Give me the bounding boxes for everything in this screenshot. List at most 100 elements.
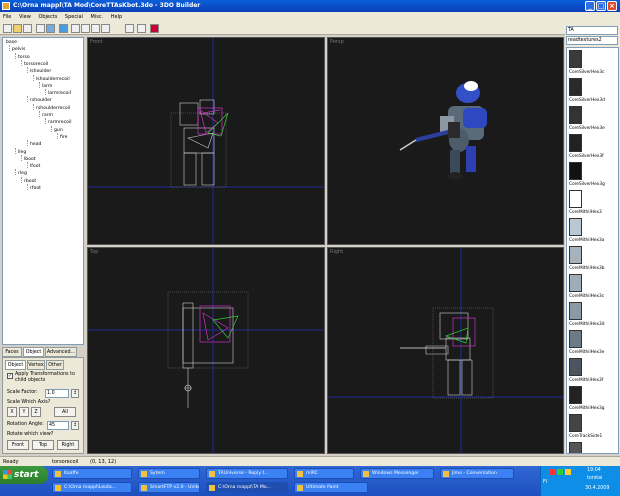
subtab-object[interactable]: Object: [5, 360, 26, 370]
apply-transform-checkbox[interactable]: ✓: [7, 373, 13, 379]
tree-node[interactable]: pelvis: [12, 47, 25, 53]
texture-item[interactable]: CoreSilverHex3g: [569, 162, 618, 190]
menu-file[interactable]: File: [0, 12, 14, 22]
tree-connector: [15, 147, 16, 154]
scale-factor-input[interactable]: 1.0: [45, 389, 69, 398]
import-icon[interactable]: [36, 24, 45, 33]
save-icon[interactable]: [23, 24, 32, 33]
tree-node[interactable]: lboot: [24, 157, 36, 163]
rotate-right-button[interactable]: Right: [57, 440, 79, 450]
tray-icon-2[interactable]: [557, 469, 563, 475]
tab-advanced[interactable]: Advanced...: [45, 347, 77, 357]
zoom-out-icon[interactable]: [81, 24, 90, 33]
taskbar-task[interactable]: Sytem: [138, 468, 200, 479]
menu-objects[interactable]: Objects: [35, 12, 60, 22]
language-indicator[interactable]: FI: [543, 480, 547, 485]
texture-item[interactable]: CoreMithilHex3f: [569, 358, 618, 386]
texture-item[interactable]: CoreTrackSide1: [569, 414, 618, 442]
tree-node[interactable]: larmrecoil: [48, 91, 71, 97]
menu-special[interactable]: Special: [62, 12, 86, 22]
clock-time[interactable]: 19:04: [587, 468, 601, 473]
texture-name: CoreSilverHex3c: [569, 70, 605, 75]
texture-item[interactable]: CoreSilverHex3c: [569, 50, 618, 78]
tree-node[interactable]: head: [30, 142, 41, 148]
texture-folder-combo[interactable]: readtextures2: [566, 36, 618, 45]
texture-list[interactable]: CoreSilverHex3c CoreSilverHex3d CoreSilver…: [566, 47, 619, 454]
taskbar-task[interactable]: C:\Orna mappl\TA Mo...: [206, 482, 288, 493]
tree-node[interactable]: lshoulderrecoil: [36, 77, 70, 83]
rotate-front-button[interactable]: Front: [7, 440, 29, 450]
open-folder-icon[interactable]: [13, 24, 22, 33]
tree-node[interactable]: rshoulderrecoil: [36, 106, 70, 112]
texture-item[interactable]: CoreMithilHex3a: [569, 218, 618, 246]
tray-icon-1[interactable]: [549, 469, 555, 475]
zoom-in-icon[interactable]: [71, 24, 80, 33]
taskbar-task[interactable]: SmartFTP v2.0 - Uniko...: [138, 482, 200, 493]
subtab-vertex[interactable]: Vertex: [27, 360, 45, 370]
move-icon[interactable]: [137, 24, 146, 33]
taskbar-task[interactable]: TAUniverse - Reply t...: [206, 468, 288, 479]
tree-node[interactable]: fire: [60, 135, 68, 141]
scale-factor-spin[interactable]: ↕: [71, 389, 79, 398]
texture-item[interactable]: CoreTrackSide1b: [569, 442, 618, 453]
texture-name: CoreMithilHex3b: [569, 266, 605, 271]
texture-item[interactable]: CoreSilverHex3e: [569, 106, 618, 134]
texture-set-combo[interactable]: TA: [566, 26, 618, 35]
texture-item[interactable]: CoreMithilHex3c: [569, 274, 618, 302]
tree-node[interactable]: larm: [42, 84, 52, 90]
close-button[interactable]: ×: [607, 1, 617, 11]
tree-node[interactable]: rfoot: [30, 186, 41, 192]
zoom-all-icon[interactable]: [101, 24, 110, 33]
subtab-other[interactable]: Other: [46, 360, 64, 370]
maximize-button[interactable]: □: [596, 1, 606, 11]
taskbar-task[interactable]: Ultimate Paint: [294, 482, 368, 493]
tray-icon-3[interactable]: [565, 469, 571, 475]
start-button[interactable]: start: [0, 466, 48, 484]
taskbar-task[interactable]: C:\Orna mappl\Leuta...: [52, 482, 132, 493]
double-arrow-icon[interactable]: [59, 24, 68, 33]
tree-node[interactable]: torso: [18, 55, 30, 61]
texture-item[interactable]: CoreSilverHex3d: [569, 78, 618, 106]
taskbar-task[interactable]: Jimo - Conversation: [440, 468, 514, 479]
tree-node[interactable]: lleg: [18, 150, 26, 156]
viewport-front[interactable]: Front: [87, 37, 325, 245]
object-tree[interactable]: base pelvis torso torsorecoil lshoulder lshou…: [2, 37, 84, 345]
texture-item[interactable]: CoreMithilHex3e: [569, 330, 618, 358]
viewport-perspective[interactable]: Persp: [327, 37, 564, 245]
rotate-top-button[interactable]: Top: [32, 440, 54, 450]
tree-node[interactable]: rboot: [24, 179, 36, 185]
texture-paint-icon[interactable]: [150, 24, 159, 33]
texture-item[interactable]: CoreMithilHex3: [569, 190, 618, 218]
arrow-icon[interactable]: [46, 24, 55, 33]
tab-object[interactable]: Object: [23, 347, 44, 357]
menu-view[interactable]: View: [16, 12, 34, 22]
tree-node[interactable]: gun: [54, 128, 63, 134]
axis-all-button[interactable]: All: [54, 407, 76, 417]
tree-node[interactable]: lfoot: [30, 164, 40, 170]
rotation-angle-input[interactable]: 45: [47, 421, 69, 430]
zoom-fit-icon[interactable]: [91, 24, 100, 33]
texture-item[interactable]: CoreMithilHex3b: [569, 246, 618, 274]
viewport-top[interactable]: Top: [87, 247, 325, 454]
taskbar-task[interactable]: Kaaffe: [52, 468, 132, 479]
taskbar-task[interactable]: Windows Messenger: [360, 468, 434, 479]
texture-item[interactable]: CoreMithilHex3g: [569, 386, 618, 414]
tree-node[interactable]: base: [6, 40, 17, 46]
select-pointer-icon[interactable]: [125, 24, 134, 33]
rotation-angle-spin[interactable]: ↕: [71, 421, 79, 430]
viewport-right[interactable]: Right: [327, 247, 564, 454]
tree-node[interactable]: rleg: [18, 171, 27, 177]
tab-faces[interactable]: Faces: [2, 347, 22, 357]
axis-x-button[interactable]: X: [7, 407, 17, 417]
menu-help[interactable]: Help: [108, 12, 125, 22]
axis-y-button[interactable]: Y: [19, 407, 29, 417]
minimize-button[interactable]: _: [585, 1, 595, 11]
taskbar-task[interactable]: mIRC: [294, 468, 354, 479]
axis-z-button[interactable]: Z: [31, 407, 41, 417]
texture-item[interactable]: CoreMithilHex3d: [569, 302, 618, 330]
menu-misc[interactable]: Misc.: [88, 12, 107, 22]
texture-item[interactable]: CoreSilverHex3f: [569, 134, 618, 162]
tree-node[interactable]: rarm: [42, 113, 53, 119]
rotation-angle-label: Rotation Angle:: [7, 422, 44, 427]
new-file-icon[interactable]: [3, 24, 12, 33]
